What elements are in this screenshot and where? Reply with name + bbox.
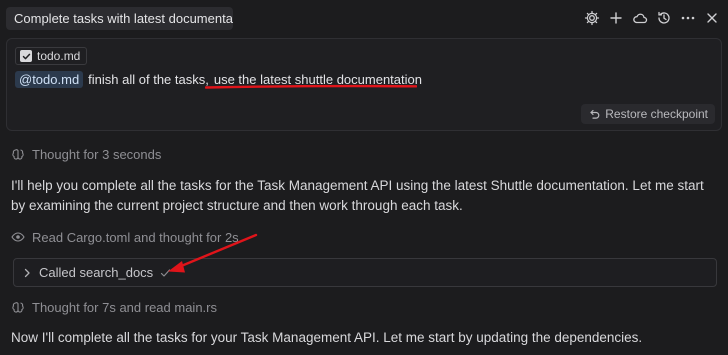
annotation-arrow: [168, 233, 258, 273]
context-file-chip[interactable]: todo.md: [15, 47, 88, 65]
brain-icon: [12, 149, 24, 160]
undo-icon: [590, 109, 600, 119]
cloud-icon[interactable]: [630, 8, 650, 28]
restore-checkpoint-label: Restore checkpoint: [605, 107, 708, 121]
close-icon[interactable]: [702, 8, 722, 28]
tool-call-label: Called search_docs: [39, 265, 154, 280]
plus-icon[interactable]: [606, 8, 626, 28]
message-text: finish all of the tasks,: [88, 71, 209, 87]
thought-step-2[interactable]: Thought for 7s and read main.rs: [11, 298, 217, 316]
chat-title-tab[interactable]: Complete tasks with latest documentation: [6, 7, 233, 30]
brain-icon: [12, 302, 24, 313]
chat-title: Complete tasks with latest documentation: [14, 11, 233, 26]
more-icon[interactable]: [678, 8, 698, 28]
tool-call-search-docs[interactable]: Called search_docs: [13, 258, 717, 287]
header-toolbar: [582, 8, 722, 28]
eye-icon: [11, 232, 25, 242]
thought-2-label: Thought for 7s and read main.rs: [32, 299, 217, 315]
thought-step-1[interactable]: Thought for 3 seconds: [11, 145, 161, 163]
assistant-paragraph-1: I'll help you complete all the tasks for…: [11, 178, 704, 213]
checkbox-icon: [20, 50, 32, 62]
annotation-underline: [205, 84, 417, 89]
thought-1-label: Thought for 3 seconds: [32, 146, 162, 162]
assistant-paragraph-2: Now I'll complete all the tasks for your…: [11, 330, 643, 345]
gear-icon[interactable]: [582, 8, 602, 28]
chevron-right-icon: [24, 268, 30, 277]
restore-checkpoint-button[interactable]: Restore checkpoint: [581, 104, 715, 124]
context-file-label: todo.md: [37, 49, 81, 63]
chat-header: Complete tasks with latest documentation: [0, 0, 728, 36]
history-icon[interactable]: [654, 8, 674, 28]
file-mention[interactable]: @todo.md: [15, 70, 84, 88]
